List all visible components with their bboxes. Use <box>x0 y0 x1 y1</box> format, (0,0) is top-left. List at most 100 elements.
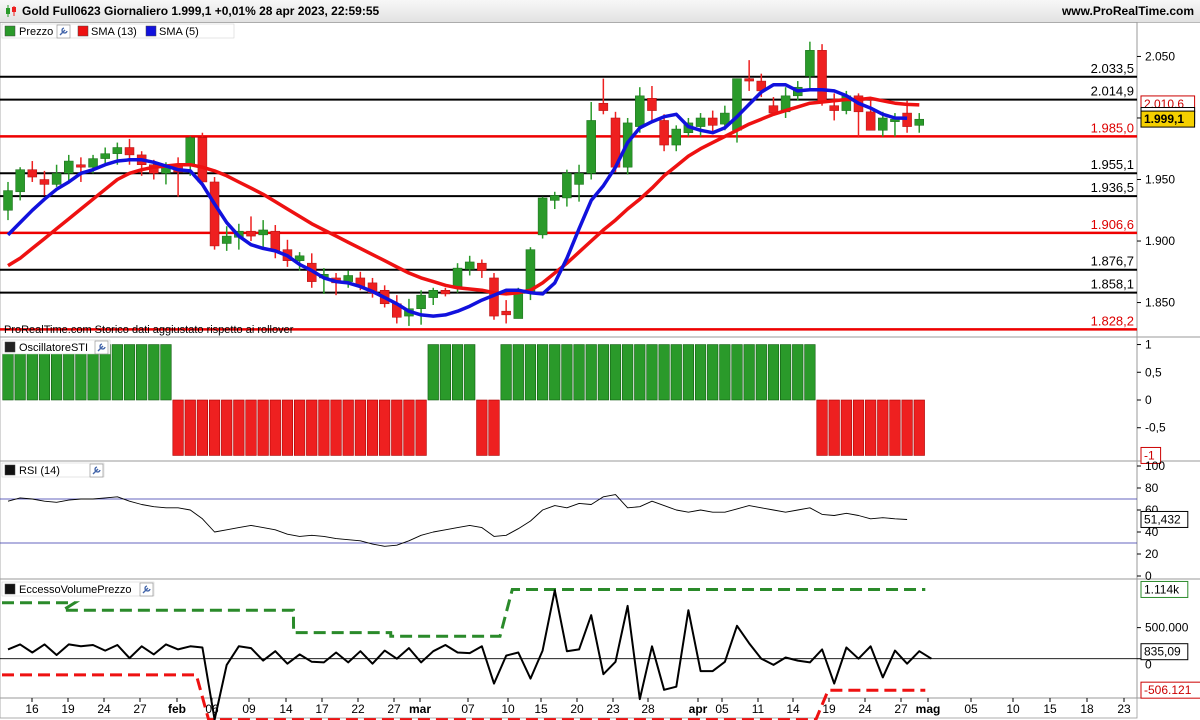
oscillator-bar <box>439 344 452 401</box>
legend-swatch <box>4 583 16 595</box>
candle <box>51 173 62 185</box>
oscillator-bar <box>779 344 792 401</box>
oscillator-bar <box>379 399 391 456</box>
x-tick-label: 15 <box>534 702 548 716</box>
oscillator-bar <box>476 399 488 456</box>
red-level-label: 1.985,0 <box>1091 120 1134 135</box>
oscillator-bar <box>755 344 767 401</box>
x-tick-label: 14 <box>786 702 800 716</box>
candle <box>452 267 463 287</box>
candle <box>76 164 86 168</box>
oscillator-bar <box>767 344 780 401</box>
chart-area[interactable]: 2.0502.0001.9501.9001.8502.033,52.014,91… <box>0 22 1200 720</box>
x-tick-label: 23 <box>1117 702 1131 716</box>
candle <box>914 118 924 126</box>
oscillator-bar <box>913 399 925 456</box>
candle <box>416 294 426 309</box>
oscillator-bar <box>451 344 464 401</box>
x-tick-label: 09 <box>242 702 256 716</box>
oscillator-bar <box>670 344 682 401</box>
wrench-icon <box>139 582 154 597</box>
support-resistance-label: 1.876,7 <box>1091 254 1134 269</box>
oscillator-bar <box>172 399 184 456</box>
price-tick-label: 1.950 <box>1145 173 1175 187</box>
osc-tick-label: 1 <box>1145 338 1152 352</box>
oscillator-bar <box>306 399 318 456</box>
candle <box>294 255 305 261</box>
oscillator-bar <box>877 399 889 456</box>
candle <box>744 78 754 82</box>
candle <box>246 230 256 237</box>
x-tick-label: 15 <box>1043 702 1057 716</box>
title-bar: Gold Full0623 Giornaliero 1.999,1 +0,01%… <box>0 0 1200 23</box>
chart-title: Gold Full0623 Giornaliero 1.999,1 +0,01%… <box>22 4 380 18</box>
x-tick-label: 16 <box>25 702 39 716</box>
osc-tick-label: -0,5 <box>1145 421 1166 435</box>
candle <box>209 181 220 247</box>
oscillator-bar <box>622 344 634 401</box>
x-tick-label: 27 <box>387 702 401 716</box>
legend-prezzo: Prezzo <box>19 26 53 38</box>
red-level-label: 1.828,2 <box>1091 313 1134 328</box>
rsi-line <box>7 494 908 547</box>
oscillator-bar <box>293 399 306 456</box>
candle <box>878 117 888 131</box>
candle <box>865 111 876 131</box>
candle <box>477 262 487 271</box>
rsi-last-label: 51,432 <box>1144 512 1181 526</box>
oscillator-bar <box>901 399 913 456</box>
x-tick-label: 14 <box>279 702 293 716</box>
oscillator-bar <box>646 344 658 401</box>
candle <box>562 173 572 199</box>
oscillator-bar <box>342 399 354 456</box>
oscillator-bar <box>196 399 209 456</box>
candle <box>720 112 730 125</box>
candle <box>464 261 475 270</box>
candle <box>258 229 268 236</box>
x-tick-label: 18 <box>1080 702 1094 716</box>
oscillator-bar <box>743 344 755 401</box>
oscillator-bar <box>233 399 245 456</box>
oscillator-bar <box>318 399 330 456</box>
oscillator-bar <box>184 399 196 456</box>
legend-swatch <box>77 25 89 37</box>
red-level-label: 1.906,6 <box>1091 217 1134 232</box>
oscillator-bar <box>245 399 257 456</box>
candle <box>501 310 511 316</box>
oscillator-bar <box>208 399 221 456</box>
x-tick-label: 27 <box>894 702 908 716</box>
candle <box>550 195 560 201</box>
price-tick-label: 1.850 <box>1145 296 1175 310</box>
x-tick-label: 19 <box>61 702 75 716</box>
candle <box>805 50 815 77</box>
site-link[interactable]: www.ProRealTime.com <box>1062 4 1194 18</box>
oscillator-bar <box>573 344 585 401</box>
candle <box>197 137 208 183</box>
legend-swatch <box>145 25 157 37</box>
candle <box>829 105 839 111</box>
oscillator-bar <box>427 344 439 401</box>
rsi-tick-label: 0 <box>1145 569 1152 583</box>
x-tick-label: feb <box>168 702 186 716</box>
x-tick-label: 10 <box>501 702 515 716</box>
x-tick-label: 17 <box>315 702 329 716</box>
x-tick-label: 20 <box>570 702 584 716</box>
rsi-tick-label: 100 <box>1145 459 1165 473</box>
price-tick-label: 1.900 <box>1145 234 1175 248</box>
candle <box>598 102 609 111</box>
candle <box>537 197 548 236</box>
oscillator-bar <box>731 344 743 401</box>
x-tick-label: 23 <box>606 702 620 716</box>
candle <box>39 179 50 185</box>
wrench-icon <box>94 340 109 355</box>
price-tick-label: 2.050 <box>1145 49 1175 63</box>
candle <box>124 147 135 156</box>
rsi-tick-label: 20 <box>1145 547 1159 561</box>
x-tick-label: 24 <box>97 702 111 716</box>
candlestick-icon <box>6 5 16 17</box>
legend-rsi: RSI (14) <box>19 465 60 477</box>
oscillator-bar <box>366 399 379 456</box>
x-tick-label: mar <box>409 702 431 716</box>
oscillator-bar <box>488 399 500 456</box>
candle <box>3 190 13 211</box>
